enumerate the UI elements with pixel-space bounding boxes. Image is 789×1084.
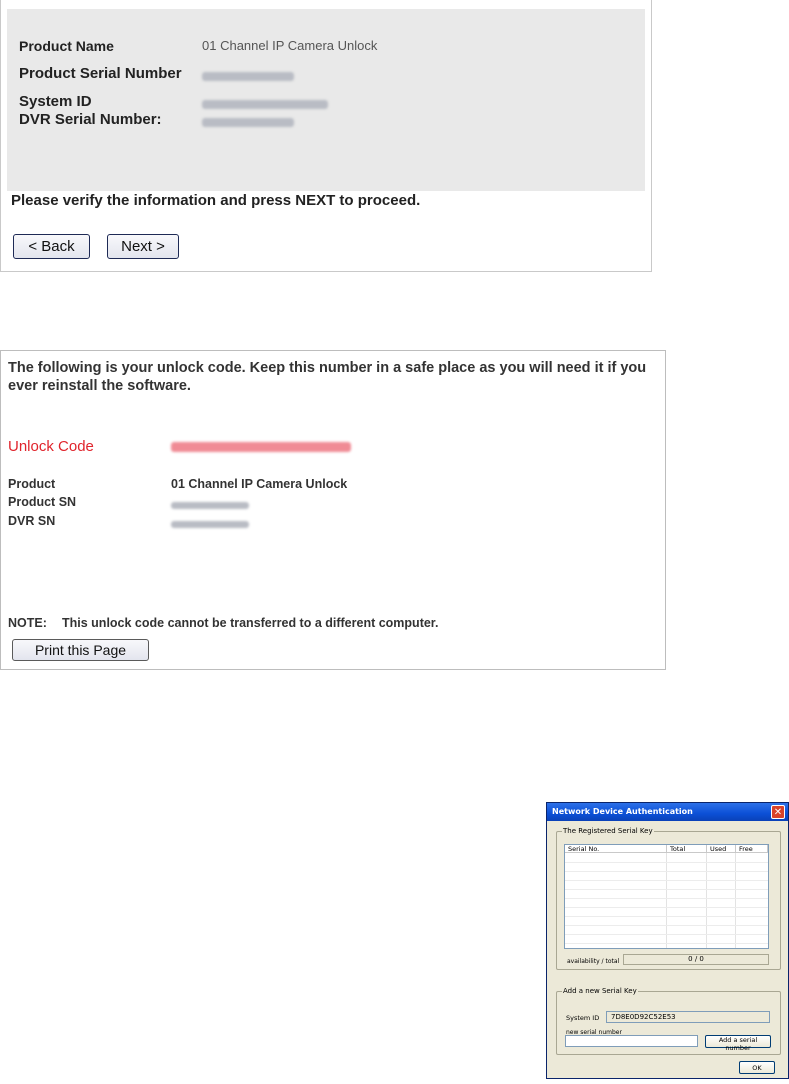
dvr-serial-value-redacted [202,114,294,129]
close-icon[interactable]: ✕ [771,805,785,819]
new-serial-input[interactable] [565,1035,698,1047]
column-total[interactable]: Total [667,845,707,853]
availability-value: 0 / 0 [623,954,769,965]
table-row [565,934,768,935]
product-serial-row: Product Serial Number [19,65,619,85]
note-label: NOTE: [8,616,47,630]
table-row [565,925,768,926]
unlock-code-panel: The following is your unlock code. Keep … [0,350,666,670]
product-name-label: Product Name [19,38,114,54]
product-sn-value-redacted [171,498,249,512]
system-id-label: System ID [19,93,92,110]
add-serial-button[interactable]: Add a serial number [705,1035,771,1052]
product-sn-label: Product SN [8,495,77,509]
table-row [565,898,768,899]
column-free[interactable]: Free [736,845,768,853]
dvr-serial-label: DVR Serial Number: [19,111,162,128]
product-name-row: Product Name 01 Channel IP Camera Unlock [19,38,619,58]
print-page-button[interactable]: Print this Page [12,639,149,661]
registered-key-group-title: The Registered Serial Key [562,827,654,835]
back-button[interactable]: < Back [13,234,90,259]
dvr-serial-row: DVR Serial Number: [19,111,619,131]
serial-key-table[interactable]: Serial No. Total Used Free [564,844,769,949]
ok-button[interactable]: OK [739,1061,775,1074]
product-serial-label: Product Serial Number [19,65,182,82]
column-serial-no[interactable]: Serial No. [565,845,667,853]
product-info-box: Product Name 01 Channel IP Camera Unlock… [7,9,645,191]
table-row [565,916,768,917]
unlock-intro-text: The following is your unlock code. Keep … [8,360,647,394]
table-row [565,907,768,908]
verify-panel: Product Name 01 Channel IP Camera Unlock… [0,0,652,272]
table-row [565,943,768,944]
network-device-authentication-dialog: Network Device Authentication ✕ The Regi… [546,802,789,1079]
note-text: This unlock code cannot be transferred t… [62,616,439,630]
add-key-group-title: Add a new Serial Key [562,987,638,995]
dvr-sn-value-redacted [171,517,249,531]
unlock-code-label: Unlock Code [8,438,94,455]
product-label: Product [8,477,56,491]
system-id-value-redacted [202,96,328,111]
product-name-value: 01 Channel IP Camera Unlock [202,38,378,53]
availability-label: availability / total [567,958,620,965]
table-row [565,871,768,872]
unlock-code-value-redacted [171,438,351,456]
system-id-row: System ID [19,93,619,113]
table-row [565,880,768,881]
dialog-title: Network Device Authentication [552,807,693,816]
system-id-field: 7D8E0D92C52E53 [606,1011,770,1023]
table-row [565,889,768,890]
column-used[interactable]: Used [707,845,736,853]
dvr-sn-label: DVR SN [8,514,56,528]
product-serial-value-redacted [202,68,294,83]
next-button[interactable]: Next > [107,234,179,259]
table-row [565,862,768,863]
system-id-label: System ID [566,1014,600,1022]
verify-instruction: Please verify the information and press … [11,192,421,209]
dialog-titlebar[interactable]: Network Device Authentication ✕ [547,803,788,821]
product-value: 01 Channel IP Camera Unlock [171,477,348,491]
